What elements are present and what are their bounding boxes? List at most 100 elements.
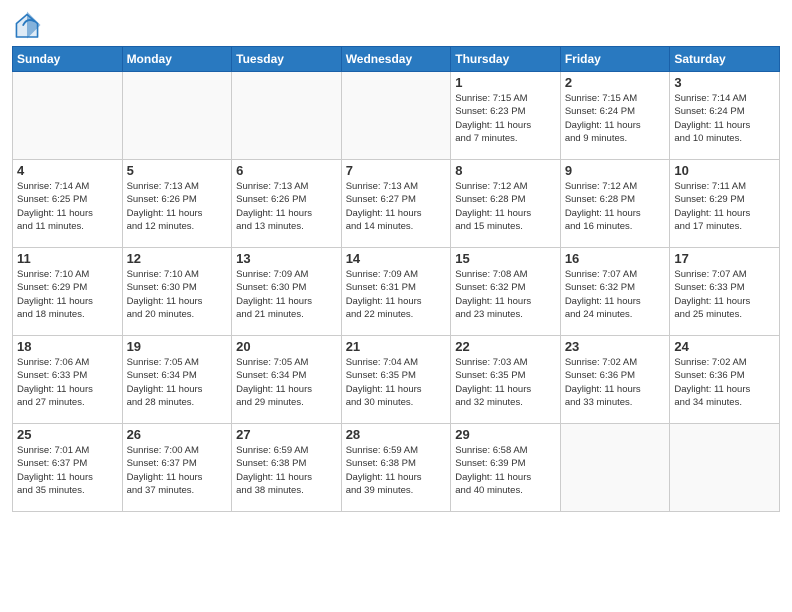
calendar-cell: 9 Sunrise: 7:12 AM Sunset: 6:28 PM Daylig… xyxy=(560,160,670,248)
day-info: Sunrise: 7:10 AM Sunset: 6:29 PM Dayligh… xyxy=(17,268,118,321)
day-number: 17 xyxy=(674,251,775,266)
week-row-0: 1 Sunrise: 7:15 AM Sunset: 6:23 PM Daylig… xyxy=(13,72,780,160)
header-cell-saturday: Saturday xyxy=(670,47,780,72)
calendar-cell: 5 Sunrise: 7:13 AM Sunset: 6:26 PM Daylig… xyxy=(122,160,232,248)
calendar-cell: 26 Sunrise: 7:00 AM Sunset: 6:37 PM Dayli… xyxy=(122,424,232,512)
calendar-cell: 19 Sunrise: 7:05 AM Sunset: 6:34 PM Dayli… xyxy=(122,336,232,424)
day-info: Sunrise: 7:13 AM Sunset: 6:27 PM Dayligh… xyxy=(346,180,447,233)
day-number: 29 xyxy=(455,427,556,442)
day-number: 12 xyxy=(127,251,228,266)
calendar-cell: 8 Sunrise: 7:12 AM Sunset: 6:28 PM Daylig… xyxy=(451,160,561,248)
day-info: Sunrise: 7:12 AM Sunset: 6:28 PM Dayligh… xyxy=(565,180,666,233)
day-info: Sunrise: 7:03 AM Sunset: 6:35 PM Dayligh… xyxy=(455,356,556,409)
day-info: Sunrise: 7:05 AM Sunset: 6:34 PM Dayligh… xyxy=(236,356,337,409)
calendar-cell: 7Sunrise: 7:13 AM Sunset: 6:27 PM Daylig… xyxy=(341,160,451,248)
day-number: 9 xyxy=(565,163,666,178)
day-number: 8 xyxy=(455,163,556,178)
week-row-2: 11 Sunrise: 7:10 AM Sunset: 6:29 PM Dayli… xyxy=(13,248,780,336)
day-number: 1 xyxy=(455,75,556,90)
day-info: Sunrise: 7:09 AM Sunset: 6:31 PM Dayligh… xyxy=(346,268,447,321)
day-info: Sunrise: 7:04 AM Sunset: 6:35 PM Dayligh… xyxy=(346,356,447,409)
day-info: Sunrise: 7:12 AM Sunset: 6:28 PM Dayligh… xyxy=(455,180,556,233)
calendar-cell: 1 Sunrise: 7:15 AM Sunset: 6:23 PM Daylig… xyxy=(451,72,561,160)
day-info: Sunrise: 6:59 AM Sunset: 6:38 PM Dayligh… xyxy=(346,444,447,497)
page-container: SundayMondayTuesdayWednesdayThursdayFrid… xyxy=(0,0,792,522)
calendar-cell: 2Sunrise: 7:15 AM Sunset: 6:24 PM Daylig… xyxy=(560,72,670,160)
day-number: 4 xyxy=(17,163,118,178)
day-info: Sunrise: 7:14 AM Sunset: 6:24 PM Dayligh… xyxy=(674,92,775,145)
calendar-cell xyxy=(122,72,232,160)
calendar-cell: 16Sunrise: 7:07 AM Sunset: 6:32 PM Dayli… xyxy=(560,248,670,336)
header-cell-monday: Monday xyxy=(122,47,232,72)
day-number: 22 xyxy=(455,339,556,354)
calendar-cell: 20 Sunrise: 7:05 AM Sunset: 6:34 PM Dayli… xyxy=(232,336,342,424)
header-cell-thursday: Thursday xyxy=(451,47,561,72)
day-info: Sunrise: 7:07 AM Sunset: 6:33 PM Dayligh… xyxy=(674,268,775,321)
calendar-cell: 4 Sunrise: 7:14 AM Sunset: 6:25 PM Daylig… xyxy=(13,160,123,248)
calendar-cell: 24 Sunrise: 7:02 AM Sunset: 6:36 PM Dayli… xyxy=(670,336,780,424)
day-number: 14 xyxy=(346,251,447,266)
calendar-table: SundayMondayTuesdayWednesdayThursdayFrid… xyxy=(12,46,780,512)
day-info: Sunrise: 6:59 AM Sunset: 6:38 PM Dayligh… xyxy=(236,444,337,497)
calendar-cell: 21 Sunrise: 7:04 AM Sunset: 6:35 PM Dayli… xyxy=(341,336,451,424)
day-number: 23 xyxy=(565,339,666,354)
calendar-cell: 22 Sunrise: 7:03 AM Sunset: 6:35 PM Dayli… xyxy=(451,336,561,424)
week-row-4: 25 Sunrise: 7:01 AM Sunset: 6:37 PM Dayli… xyxy=(13,424,780,512)
day-info: Sunrise: 7:02 AM Sunset: 6:36 PM Dayligh… xyxy=(565,356,666,409)
day-number: 11 xyxy=(17,251,118,266)
calendar-cell: 14 Sunrise: 7:09 AM Sunset: 6:31 PM Dayli… xyxy=(341,248,451,336)
day-info: Sunrise: 7:05 AM Sunset: 6:34 PM Dayligh… xyxy=(127,356,228,409)
day-number: 13 xyxy=(236,251,337,266)
day-info: Sunrise: 7:15 AM Sunset: 6:24 PM Dayligh… xyxy=(565,92,666,145)
day-info: Sunrise: 7:11 AM Sunset: 6:29 PM Dayligh… xyxy=(674,180,775,233)
calendar-cell: 23 Sunrise: 7:02 AM Sunset: 6:36 PM Dayli… xyxy=(560,336,670,424)
day-info: Sunrise: 7:07 AM Sunset: 6:32 PM Dayligh… xyxy=(565,268,666,321)
day-info: Sunrise: 7:15 AM Sunset: 6:23 PM Dayligh… xyxy=(455,92,556,145)
day-info: Sunrise: 7:02 AM Sunset: 6:36 PM Dayligh… xyxy=(674,356,775,409)
header-row: SundayMondayTuesdayWednesdayThursdayFrid… xyxy=(13,47,780,72)
day-info: Sunrise: 7:09 AM Sunset: 6:30 PM Dayligh… xyxy=(236,268,337,321)
day-number: 18 xyxy=(17,339,118,354)
header-cell-sunday: Sunday xyxy=(13,47,123,72)
day-number: 5 xyxy=(127,163,228,178)
day-info: Sunrise: 7:06 AM Sunset: 6:33 PM Dayligh… xyxy=(17,356,118,409)
calendar-cell xyxy=(560,424,670,512)
day-number: 20 xyxy=(236,339,337,354)
header-cell-tuesday: Tuesday xyxy=(232,47,342,72)
calendar-cell: 13 Sunrise: 7:09 AM Sunset: 6:30 PM Dayli… xyxy=(232,248,342,336)
calendar-cell: 6Sunrise: 7:13 AM Sunset: 6:26 PM Daylig… xyxy=(232,160,342,248)
week-row-1: 4 Sunrise: 7:14 AM Sunset: 6:25 PM Daylig… xyxy=(13,160,780,248)
day-number: 25 xyxy=(17,427,118,442)
calendar-cell: 28 Sunrise: 6:59 AM Sunset: 6:38 PM Dayli… xyxy=(341,424,451,512)
calendar-cell: 29 Sunrise: 6:58 AM Sunset: 6:39 PM Dayli… xyxy=(451,424,561,512)
calendar-cell: 11 Sunrise: 7:10 AM Sunset: 6:29 PM Dayli… xyxy=(13,248,123,336)
day-info: Sunrise: 7:10 AM Sunset: 6:30 PM Dayligh… xyxy=(127,268,228,321)
day-info: Sunrise: 6:58 AM Sunset: 6:39 PM Dayligh… xyxy=(455,444,556,497)
day-number: 21 xyxy=(346,339,447,354)
day-number: 28 xyxy=(346,427,447,442)
calendar-cell: 25 Sunrise: 7:01 AM Sunset: 6:37 PM Dayli… xyxy=(13,424,123,512)
calendar-cell: 27Sunrise: 6:59 AM Sunset: 6:38 PM Dayli… xyxy=(232,424,342,512)
calendar-cell: 18 Sunrise: 7:06 AM Sunset: 6:33 PM Dayli… xyxy=(13,336,123,424)
day-info: Sunrise: 7:14 AM Sunset: 6:25 PM Dayligh… xyxy=(17,180,118,233)
day-number: 24 xyxy=(674,339,775,354)
calendar-cell xyxy=(232,72,342,160)
day-info: Sunrise: 7:01 AM Sunset: 6:37 PM Dayligh… xyxy=(17,444,118,497)
header-cell-friday: Friday xyxy=(560,47,670,72)
day-number: 15 xyxy=(455,251,556,266)
day-info: Sunrise: 7:13 AM Sunset: 6:26 PM Dayligh… xyxy=(236,180,337,233)
day-info: Sunrise: 7:00 AM Sunset: 6:37 PM Dayligh… xyxy=(127,444,228,497)
day-number: 26 xyxy=(127,427,228,442)
calendar-cell: 12 Sunrise: 7:10 AM Sunset: 6:30 PM Dayli… xyxy=(122,248,232,336)
calendar-cell xyxy=(341,72,451,160)
calendar-cell xyxy=(13,72,123,160)
header xyxy=(12,10,780,40)
day-info: Sunrise: 7:13 AM Sunset: 6:26 PM Dayligh… xyxy=(127,180,228,233)
calendar-cell: 10 Sunrise: 7:11 AM Sunset: 6:29 PM Dayli… xyxy=(670,160,780,248)
day-number: 10 xyxy=(674,163,775,178)
logo xyxy=(12,10,46,40)
day-number: 19 xyxy=(127,339,228,354)
calendar-cell: 15Sunrise: 7:08 AM Sunset: 6:32 PM Dayli… xyxy=(451,248,561,336)
calendar-cell: 3 Sunrise: 7:14 AM Sunset: 6:24 PM Daylig… xyxy=(670,72,780,160)
day-number: 3 xyxy=(674,75,775,90)
